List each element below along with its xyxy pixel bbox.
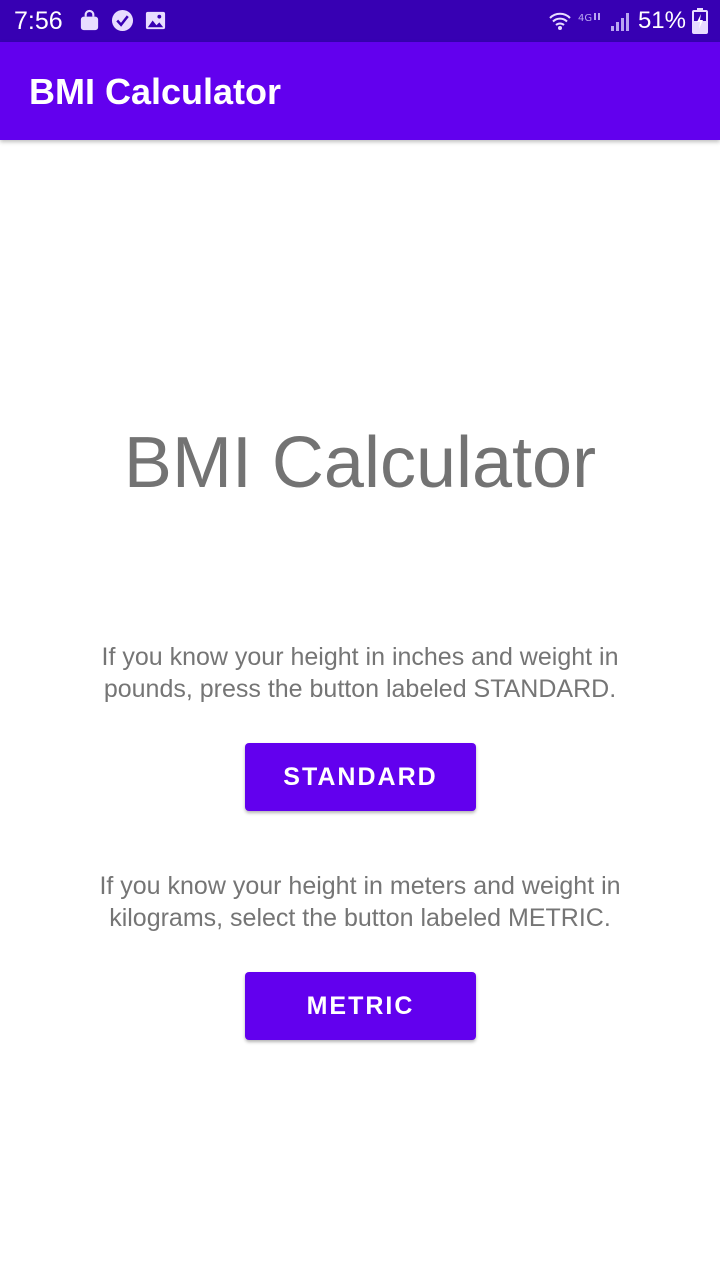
shopping-bag-icon — [80, 9, 99, 31]
system-status: 4G 51% — [548, 6, 708, 36]
page-title: BMI Calculator — [123, 423, 597, 503]
standard-instruction: If you know your height in inches and we… — [101, 643, 619, 703]
battery-charging-icon — [692, 8, 708, 34]
metric-button[interactable]: METRIC — [245, 972, 476, 1040]
app-bar-title: BMI Calculator — [29, 71, 282, 112]
status-bar: 7:56 4G 51% — [0, 0, 720, 42]
app-bar: BMI Calculator — [0, 42, 720, 140]
check-circle-icon — [111, 9, 134, 32]
standard-button[interactable]: STANDARD — [245, 743, 476, 811]
notification-icons — [78, 9, 167, 32]
battery-percent: 51% — [637, 7, 686, 34]
status-time: 7:56 — [14, 7, 63, 35]
wifi-icon — [549, 12, 571, 30]
image-icon — [145, 11, 166, 30]
svg-text:4G: 4G — [578, 13, 592, 24]
signal-icon — [610, 13, 629, 31]
metric-instruction: If you know your height in meters and we… — [99, 872, 621, 932]
lte-icon: 4G — [578, 13, 600, 24]
